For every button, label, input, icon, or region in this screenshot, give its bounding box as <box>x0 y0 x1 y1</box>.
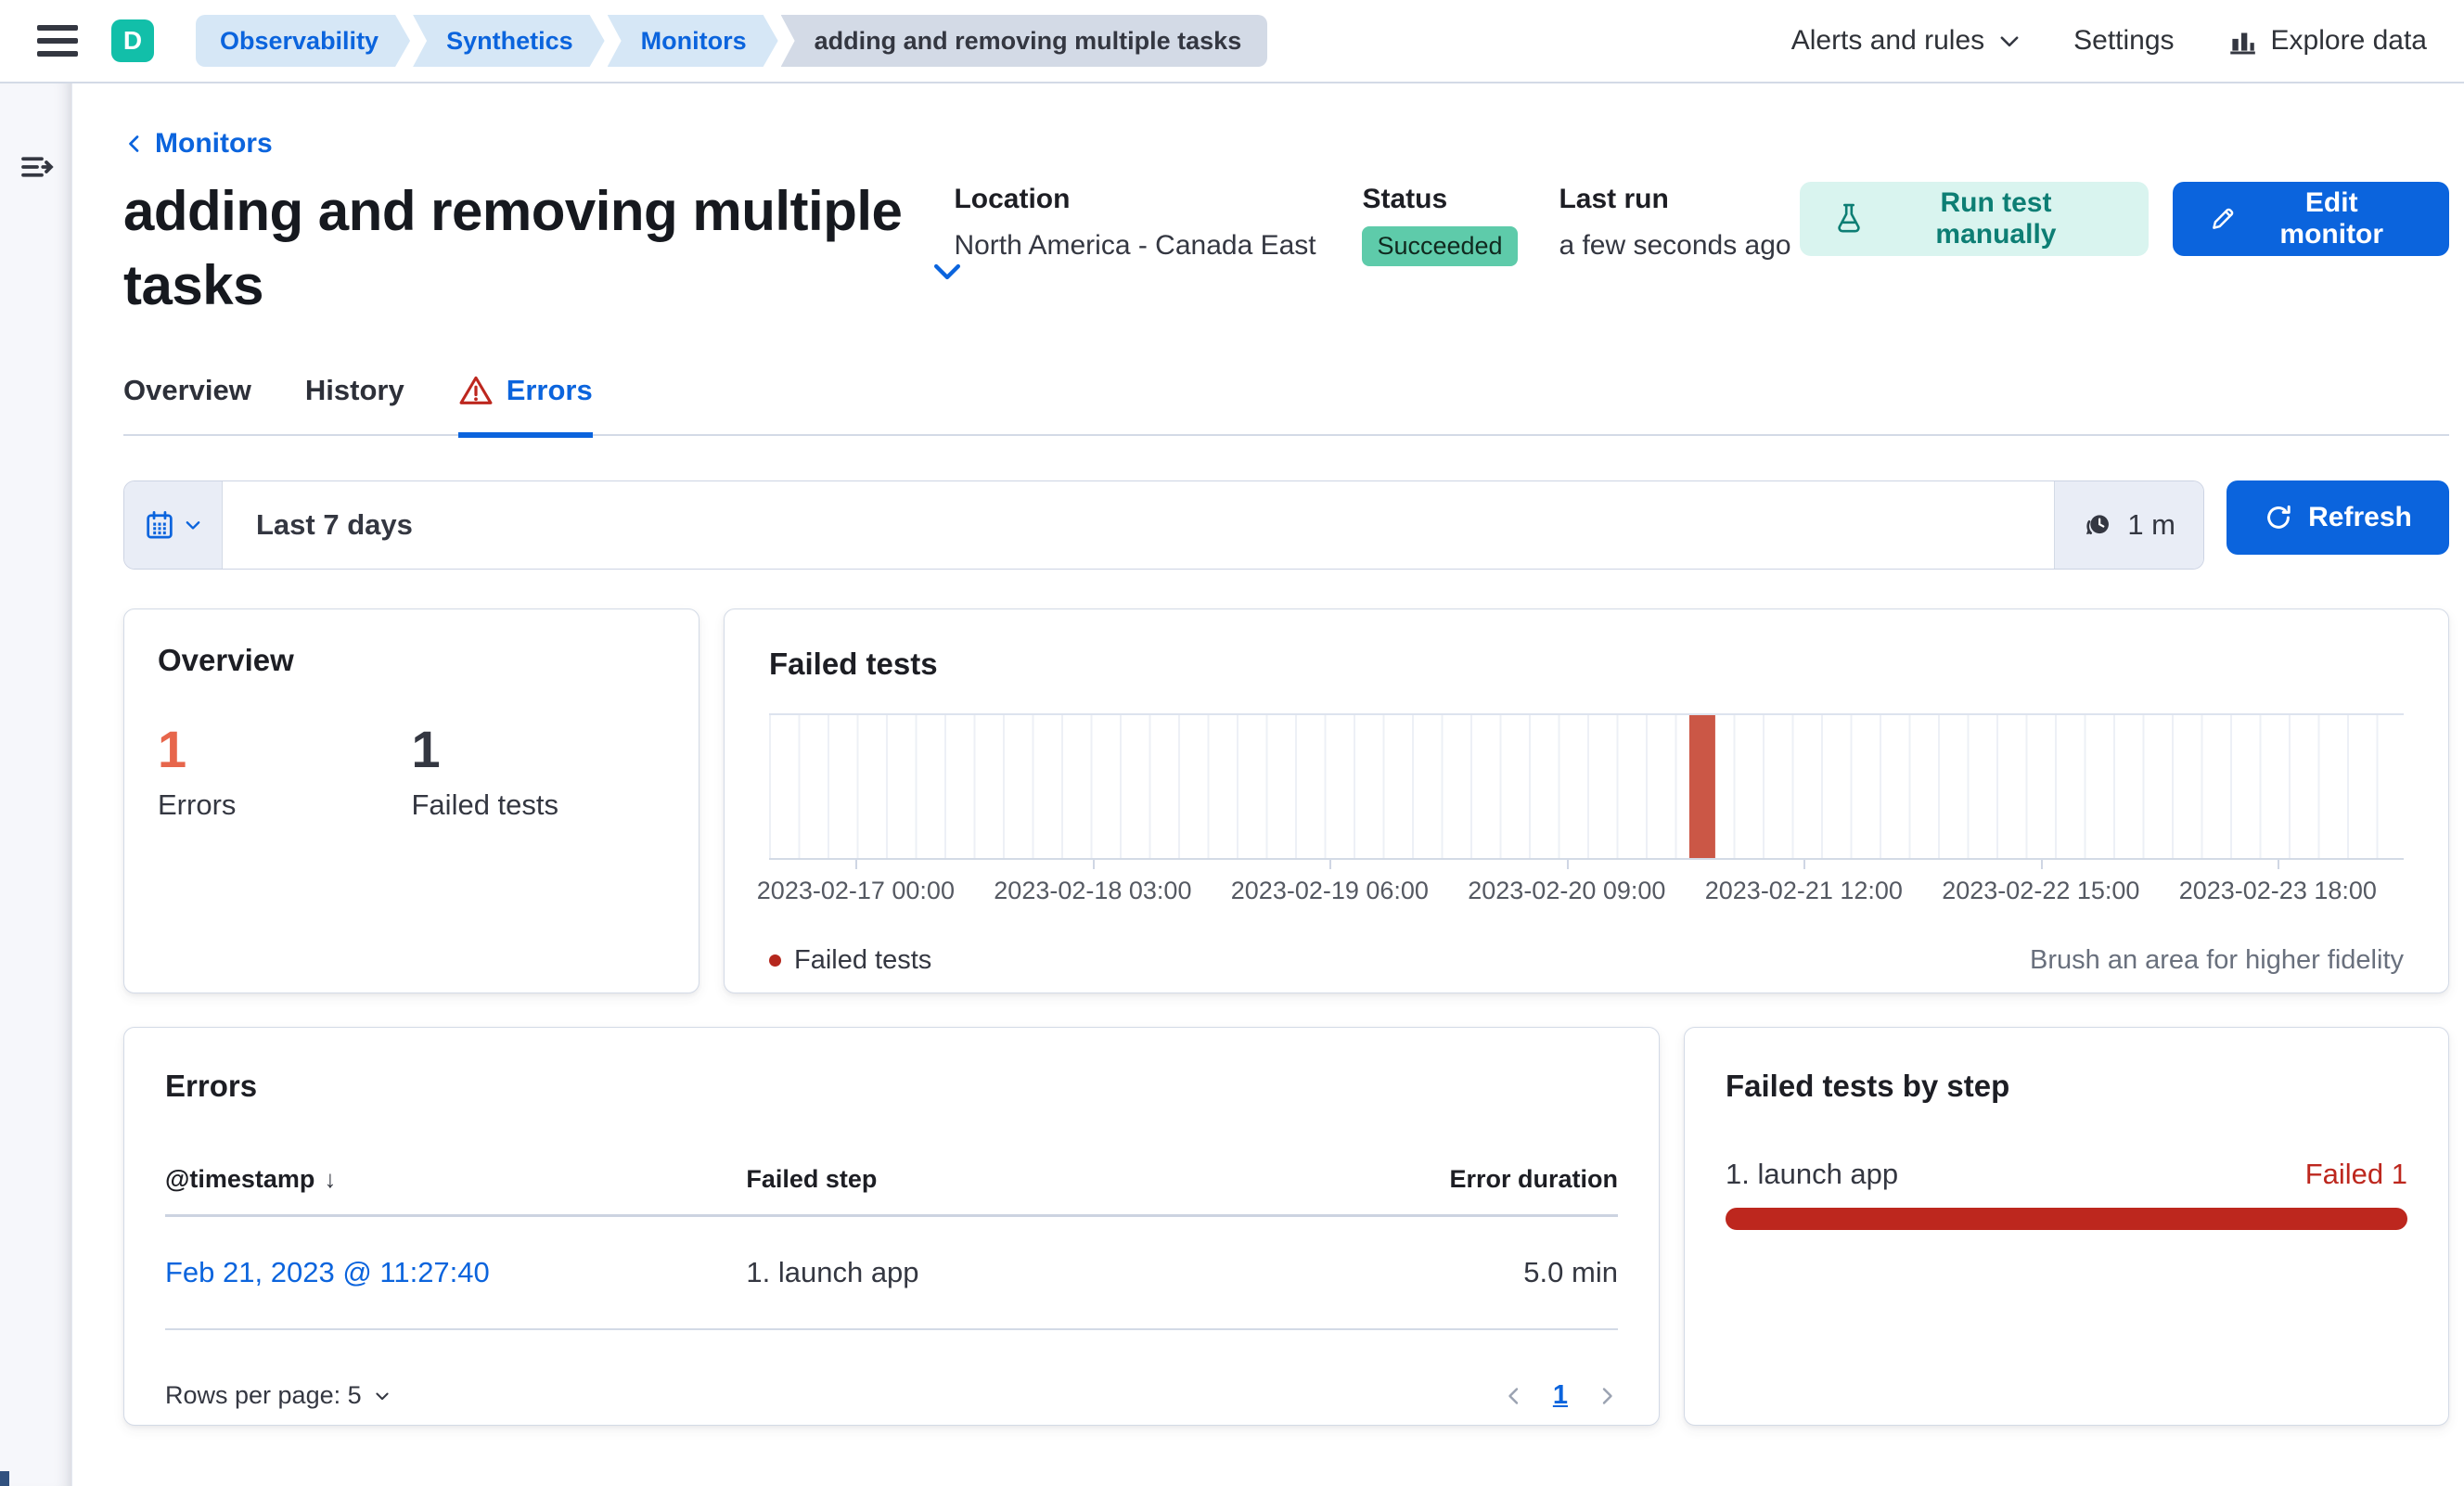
failed-test-bar[interactable] <box>1689 715 1716 858</box>
error-timestamp-link[interactable]: Feb 21, 2023 @ 11:27:40 <box>165 1256 490 1289</box>
location-value: North America - Canada East <box>954 230 1316 261</box>
column-header-timestamp[interactable]: @timestamp ↓ <box>165 1165 746 1194</box>
column-header-failed-step: Failed step <box>746 1165 878 1193</box>
failed-tests-stat: 1 Failed tests <box>412 719 666 822</box>
table-row: Feb 21, 2023 @ 11:27:40 1. launch app 5.… <box>165 1217 1618 1330</box>
monitor-tabs: Overview History Errors <box>123 373 2449 438</box>
left-edge-indicator <box>0 1471 9 1486</box>
bar-chart-icon <box>2227 25 2258 57</box>
failed-tests-count: 1 <box>411 720 441 778</box>
last-run-label: Last run <box>1559 184 1669 214</box>
errors-count: 1 <box>158 720 187 778</box>
time-range-value[interactable]: Last 7 days <box>223 481 2054 569</box>
step-failure-bar <box>1726 1208 2407 1230</box>
x-axis-ticks <box>769 860 2404 869</box>
tab-history[interactable]: History <box>305 373 404 438</box>
x-axis-labels: 2023-02-17 00:00 2023-02-18 03:00 2023-0… <box>756 877 2377 904</box>
date-quick-select-button[interactable] <box>124 481 223 569</box>
failed-tests-chart-card: Failed tests 2023-02-17 00:00 2023-02-18… <box>724 608 2449 993</box>
errors-table-title: Errors <box>165 1069 258 1103</box>
overview-card: Overview 1 Errors 1 Failed tests <box>123 608 699 993</box>
legend-dot-icon <box>769 954 781 967</box>
chevron-left-icon <box>123 133 146 155</box>
header-nav: Alerts and rules Settings Explore data <box>1791 25 2427 57</box>
page-number-1[interactable]: 1 <box>1553 1380 1568 1411</box>
settings-label: Settings <box>2073 25 2175 56</box>
breadcrumb-monitors[interactable]: Monitors <box>608 15 778 67</box>
monitor-summary: adding and removing multiple tasks Locat… <box>123 174 2449 323</box>
errors-table-card: Errors @timestamp ↓ Failed step Error du… <box>123 1027 1660 1426</box>
step-failed-count: Failed 1 <box>2304 1158 2407 1190</box>
location-label: Location <box>954 184 1071 214</box>
breadcrumb-synthetics[interactable]: Synthetics <box>413 15 605 67</box>
calendar-icon <box>144 509 175 541</box>
refresh-interval-button[interactable]: 1 m <box>2054 481 2203 569</box>
menu-icon[interactable] <box>37 25 78 57</box>
collapsed-sidebar <box>0 83 72 1486</box>
back-to-monitors-link[interactable]: Monitors <box>123 128 273 160</box>
failed-tests-by-step-title: Failed tests by step <box>1726 1069 2010 1103</box>
app-header: D Observability Synthetics Monitors addi… <box>0 0 2464 83</box>
deployment-avatar[interactable]: D <box>111 19 154 62</box>
breadcrumb-current-page: adding and removing multiple tasks <box>780 15 1268 67</box>
legend-failed-tests[interactable]: Failed tests <box>769 945 931 976</box>
chevron-down-icon <box>373 1387 391 1405</box>
errors-stat-label: Errors <box>158 788 237 821</box>
breadcrumb-observability[interactable]: Observability <box>196 15 410 67</box>
expand-sidebar-icon[interactable] <box>19 148 56 186</box>
alerts-and-rules-menu[interactable]: Alerts and rules <box>1791 25 2021 57</box>
pencil-icon <box>2210 206 2236 232</box>
edit-monitor-button[interactable]: Edit monitor <box>2173 182 2449 256</box>
column-header-error-duration: Error duration <box>1449 1165 1618 1193</box>
tab-errors[interactable]: Errors <box>457 373 593 438</box>
explore-data-link[interactable]: Explore data <box>2227 25 2427 57</box>
monitor-select-chevron-icon[interactable] <box>930 254 965 289</box>
rows-per-page-selector[interactable]: Rows per page: 5 <box>165 1381 391 1410</box>
chevron-down-icon <box>183 515 203 535</box>
list-item: 1. launch app Failed 1 <box>1726 1158 2407 1230</box>
timer-icon <box>2083 509 2114 541</box>
failed-tests-histogram[interactable] <box>769 713 2404 860</box>
monitor-detail-page: Monitors adding and removing multiple ta… <box>72 83 2464 1486</box>
status-badge: Succeeded <box>1362 226 1518 266</box>
refresh-button[interactable]: Refresh <box>2227 480 2449 555</box>
run-test-manually-button[interactable]: Run test manually <box>1800 182 2150 256</box>
errors-stat: 1 Errors <box>158 719 412 822</box>
page-title: adding and removing multiple tasks <box>123 180 903 316</box>
explore-data-label: Explore data <box>2270 25 2427 56</box>
pagination: 1 <box>1503 1380 1618 1411</box>
chevron-down-icon <box>1997 29 2021 53</box>
settings-link[interactable]: Settings <box>2073 25 2174 57</box>
sort-desc-icon: ↓ <box>324 1165 337 1193</box>
time-filter-toolbar: Last 7 days 1 m Refresh <box>123 480 2449 570</box>
date-picker: Last 7 days 1 m <box>123 480 2204 570</box>
tab-overview[interactable]: Overview <box>123 373 251 438</box>
breadcrumb: Observability Synthetics Monitors adding… <box>193 15 1268 67</box>
failed-tests-stat-label: Failed tests <box>411 788 559 821</box>
overview-card-title: Overview <box>158 643 294 677</box>
last-run-value: a few seconds ago <box>1559 230 1791 261</box>
brush-hint: Brush an area for higher fidelity <box>2030 945 2404 975</box>
alerts-and-rules-label: Alerts and rules <box>1790 25 1985 56</box>
failed-tests-chart-title: Failed tests <box>769 647 938 681</box>
previous-page-icon[interactable] <box>1503 1385 1525 1407</box>
monitor-meta: Location North America - Canada East Sta… <box>954 184 1800 266</box>
refresh-icon <box>2264 503 2293 532</box>
warning-triangle-icon <box>458 373 494 408</box>
error-duration: 5.0 min <box>1523 1256 1618 1288</box>
next-page-icon[interactable] <box>1596 1385 1618 1407</box>
error-failed-step: 1. launch app <box>746 1256 919 1288</box>
errors-table: @timestamp ↓ Failed step Error duration … <box>165 1165 1618 1330</box>
beaker-icon <box>1835 203 1863 235</box>
failed-tests-by-step-card: Failed tests by step 1. launch app Faile… <box>1684 1027 2449 1426</box>
step-name: 1. launch app <box>1726 1158 1899 1190</box>
refresh-interval-value: 1 m <box>2127 508 2175 541</box>
status-label: Status <box>1362 184 1448 214</box>
